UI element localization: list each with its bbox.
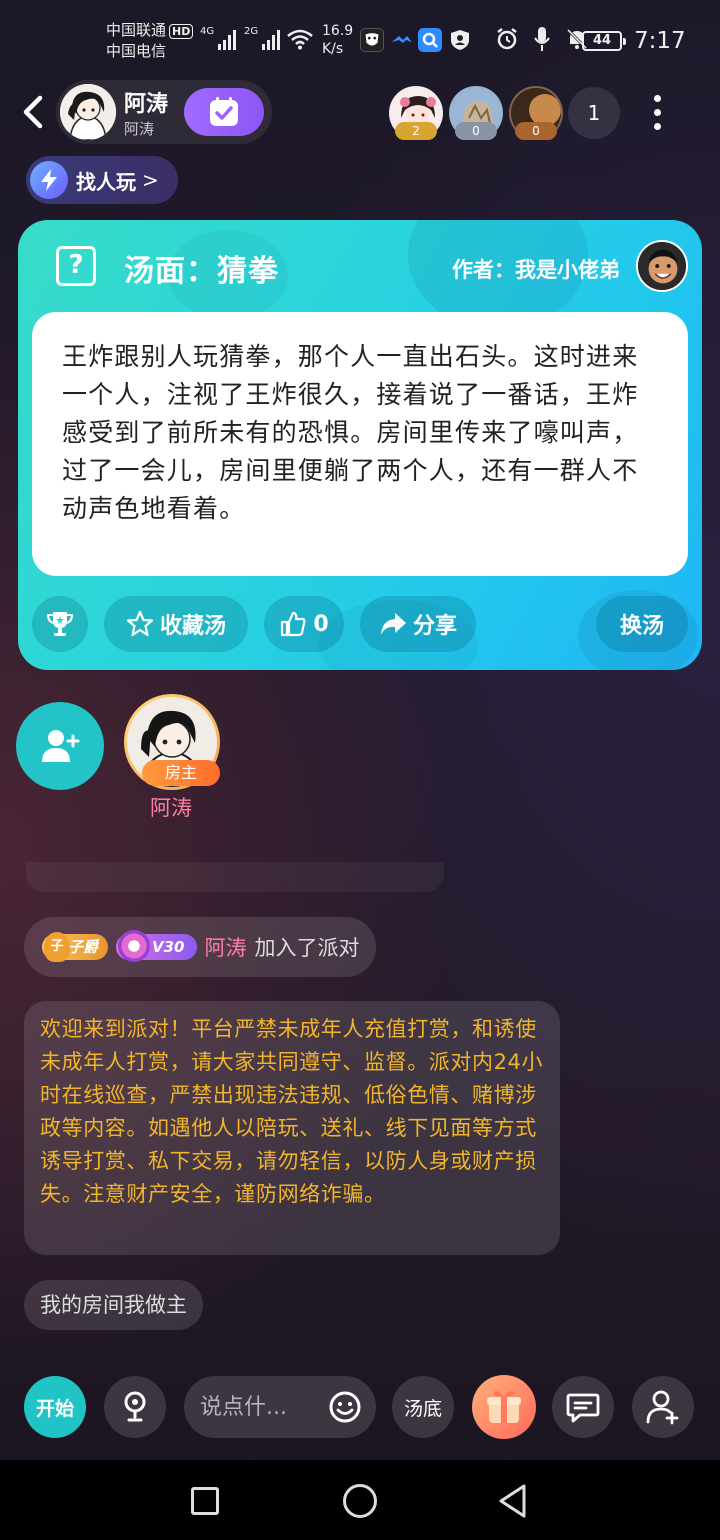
puzzle-author: 作者：我是小佬弟 bbox=[452, 258, 620, 282]
host-name: 阿涛 bbox=[124, 92, 169, 117]
question-icon: ? bbox=[56, 246, 96, 286]
rank-badge-1: 2 bbox=[395, 122, 437, 140]
vip-badge: V30 bbox=[116, 930, 197, 962]
clock: 7:17 bbox=[634, 28, 686, 54]
host-avatar[interactable] bbox=[60, 84, 116, 140]
speed-unit: K/s bbox=[322, 41, 344, 57]
user-plus-icon bbox=[646, 1390, 679, 1425]
shield-icon bbox=[448, 28, 472, 52]
status-bar: 中国联通 HD 中国电信 4G 2G 16.9 K/s 44 7:17 bbox=[0, 0, 720, 80]
recent-apps-button[interactable] bbox=[191, 1487, 219, 1515]
like-button[interactable]: 0 bbox=[264, 596, 344, 652]
more-menu-icon[interactable] bbox=[652, 95, 662, 135]
room-host-info[interactable]: 阿涛 阿涛 bbox=[56, 80, 272, 144]
find-playmates-button[interactable]: 找人玩 > bbox=[26, 156, 178, 204]
network-type-2: 2G bbox=[244, 26, 259, 37]
share-arrow-icon bbox=[380, 613, 406, 635]
alarm-icon bbox=[497, 28, 517, 50]
soup-puzzle-card: ? 汤面：猜拳 作者：我是小佬弟 王炸跟别人玩猜拳，那个人一直出石头。这时进来一… bbox=[18, 220, 702, 670]
carrier-1: 中国联通 bbox=[106, 21, 167, 39]
signal-icon-2: 2G bbox=[244, 26, 281, 50]
puzzle-title: 汤面：猜拳 bbox=[124, 254, 279, 289]
room-announcement: 我的房间我做主 bbox=[24, 1280, 203, 1330]
author-avatar[interactable] bbox=[636, 240, 688, 292]
join-message: 子爵 V30 阿涛 加入了派对 bbox=[24, 917, 376, 977]
calendar-check-icon bbox=[210, 97, 238, 126]
back-triangle-icon[interactable] bbox=[496, 1482, 530, 1520]
status-icons bbox=[495, 26, 589, 52]
join-text: 加入了派对 bbox=[254, 936, 360, 960]
thumbs-up-icon bbox=[281, 611, 306, 637]
mic-icon bbox=[534, 27, 550, 51]
host-id: 阿涛 bbox=[124, 120, 155, 138]
invite-seat-button[interactable] bbox=[16, 702, 104, 790]
carrier-2: 中国电信 bbox=[106, 42, 167, 60]
system-nav-bar bbox=[0, 1460, 720, 1540]
battery-indicator: 44 bbox=[582, 31, 626, 51]
host-seat-name: 阿涛 bbox=[150, 796, 192, 820]
share-button[interactable]: 分享 bbox=[360, 596, 476, 652]
back-arrow-icon[interactable] bbox=[18, 92, 48, 132]
mic-button[interactable] bbox=[104, 1376, 166, 1438]
trophy-icon bbox=[46, 612, 74, 636]
network-speed: 16.9 K/s bbox=[322, 22, 353, 58]
mask-app-icon bbox=[360, 28, 384, 52]
gift-button[interactable] bbox=[472, 1375, 536, 1439]
search-app-icon bbox=[418, 28, 442, 52]
home-button[interactable] bbox=[343, 1484, 377, 1518]
swap-label: 换汤 bbox=[619, 614, 664, 639]
add-user-icon bbox=[42, 730, 80, 762]
collapsed-panel bbox=[26, 862, 444, 892]
start-button[interactable]: 开始 bbox=[24, 1376, 86, 1438]
checkin-button[interactable] bbox=[184, 88, 264, 136]
system-notice: 欢迎来到派对！平台严禁未成年人充值打赏，和诱使未成年人打赏，请大家共同遵守、监督… bbox=[24, 1001, 560, 1255]
swap-soup-button[interactable]: 换汤 bbox=[596, 596, 688, 652]
collect-label: 收藏汤 bbox=[159, 614, 226, 639]
title-badge: 子爵 bbox=[42, 932, 109, 962]
trophy-button[interactable] bbox=[32, 596, 88, 652]
like-count: 0 bbox=[313, 611, 329, 637]
online-count-button[interactable]: 1 bbox=[568, 87, 620, 139]
join-user-name[interactable]: 阿涛 bbox=[205, 932, 247, 962]
chevron-right-icon: > bbox=[142, 168, 159, 192]
carrier-info: 中国联通 HD 中国电信 bbox=[106, 20, 194, 62]
find-playmates-label: 找人玩 bbox=[76, 169, 136, 194]
gift-icon bbox=[487, 1390, 521, 1423]
collect-soup-button[interactable]: 收藏汤 bbox=[104, 596, 248, 652]
rank-badge-3: 0 bbox=[515, 122, 557, 140]
messages-button[interactable] bbox=[552, 1376, 614, 1438]
network-type-1: 4G bbox=[200, 26, 215, 37]
rank-badge-2: 0 bbox=[455, 122, 497, 140]
hd-badge: HD bbox=[169, 24, 194, 39]
chat-input-box[interactable] bbox=[184, 1376, 376, 1438]
signal-icon-1: 4G bbox=[200, 26, 237, 50]
speed-value: 16.9 bbox=[322, 23, 354, 39]
star-icon bbox=[126, 610, 154, 637]
soup-answer-button[interactable]: 汤底 bbox=[392, 1376, 454, 1438]
add-friend-button[interactable] bbox=[632, 1376, 694, 1438]
chat-bubble-icon bbox=[566, 1393, 600, 1423]
lightning-icon bbox=[30, 161, 68, 199]
share-label: 分享 bbox=[412, 614, 457, 639]
wifi-icon bbox=[287, 29, 313, 50]
host-tag-badge: 房主 bbox=[142, 760, 220, 786]
puzzle-story: 王炸跟别人玩猜拳，那个人一直出石头。这时进来一个人，注视了王炸很久，接着说了一番… bbox=[32, 312, 688, 576]
bird-app-icon bbox=[390, 28, 414, 52]
emoji-icon[interactable] bbox=[328, 1390, 362, 1424]
microphone-icon bbox=[124, 1391, 146, 1422]
chat-input[interactable] bbox=[200, 1388, 320, 1426]
